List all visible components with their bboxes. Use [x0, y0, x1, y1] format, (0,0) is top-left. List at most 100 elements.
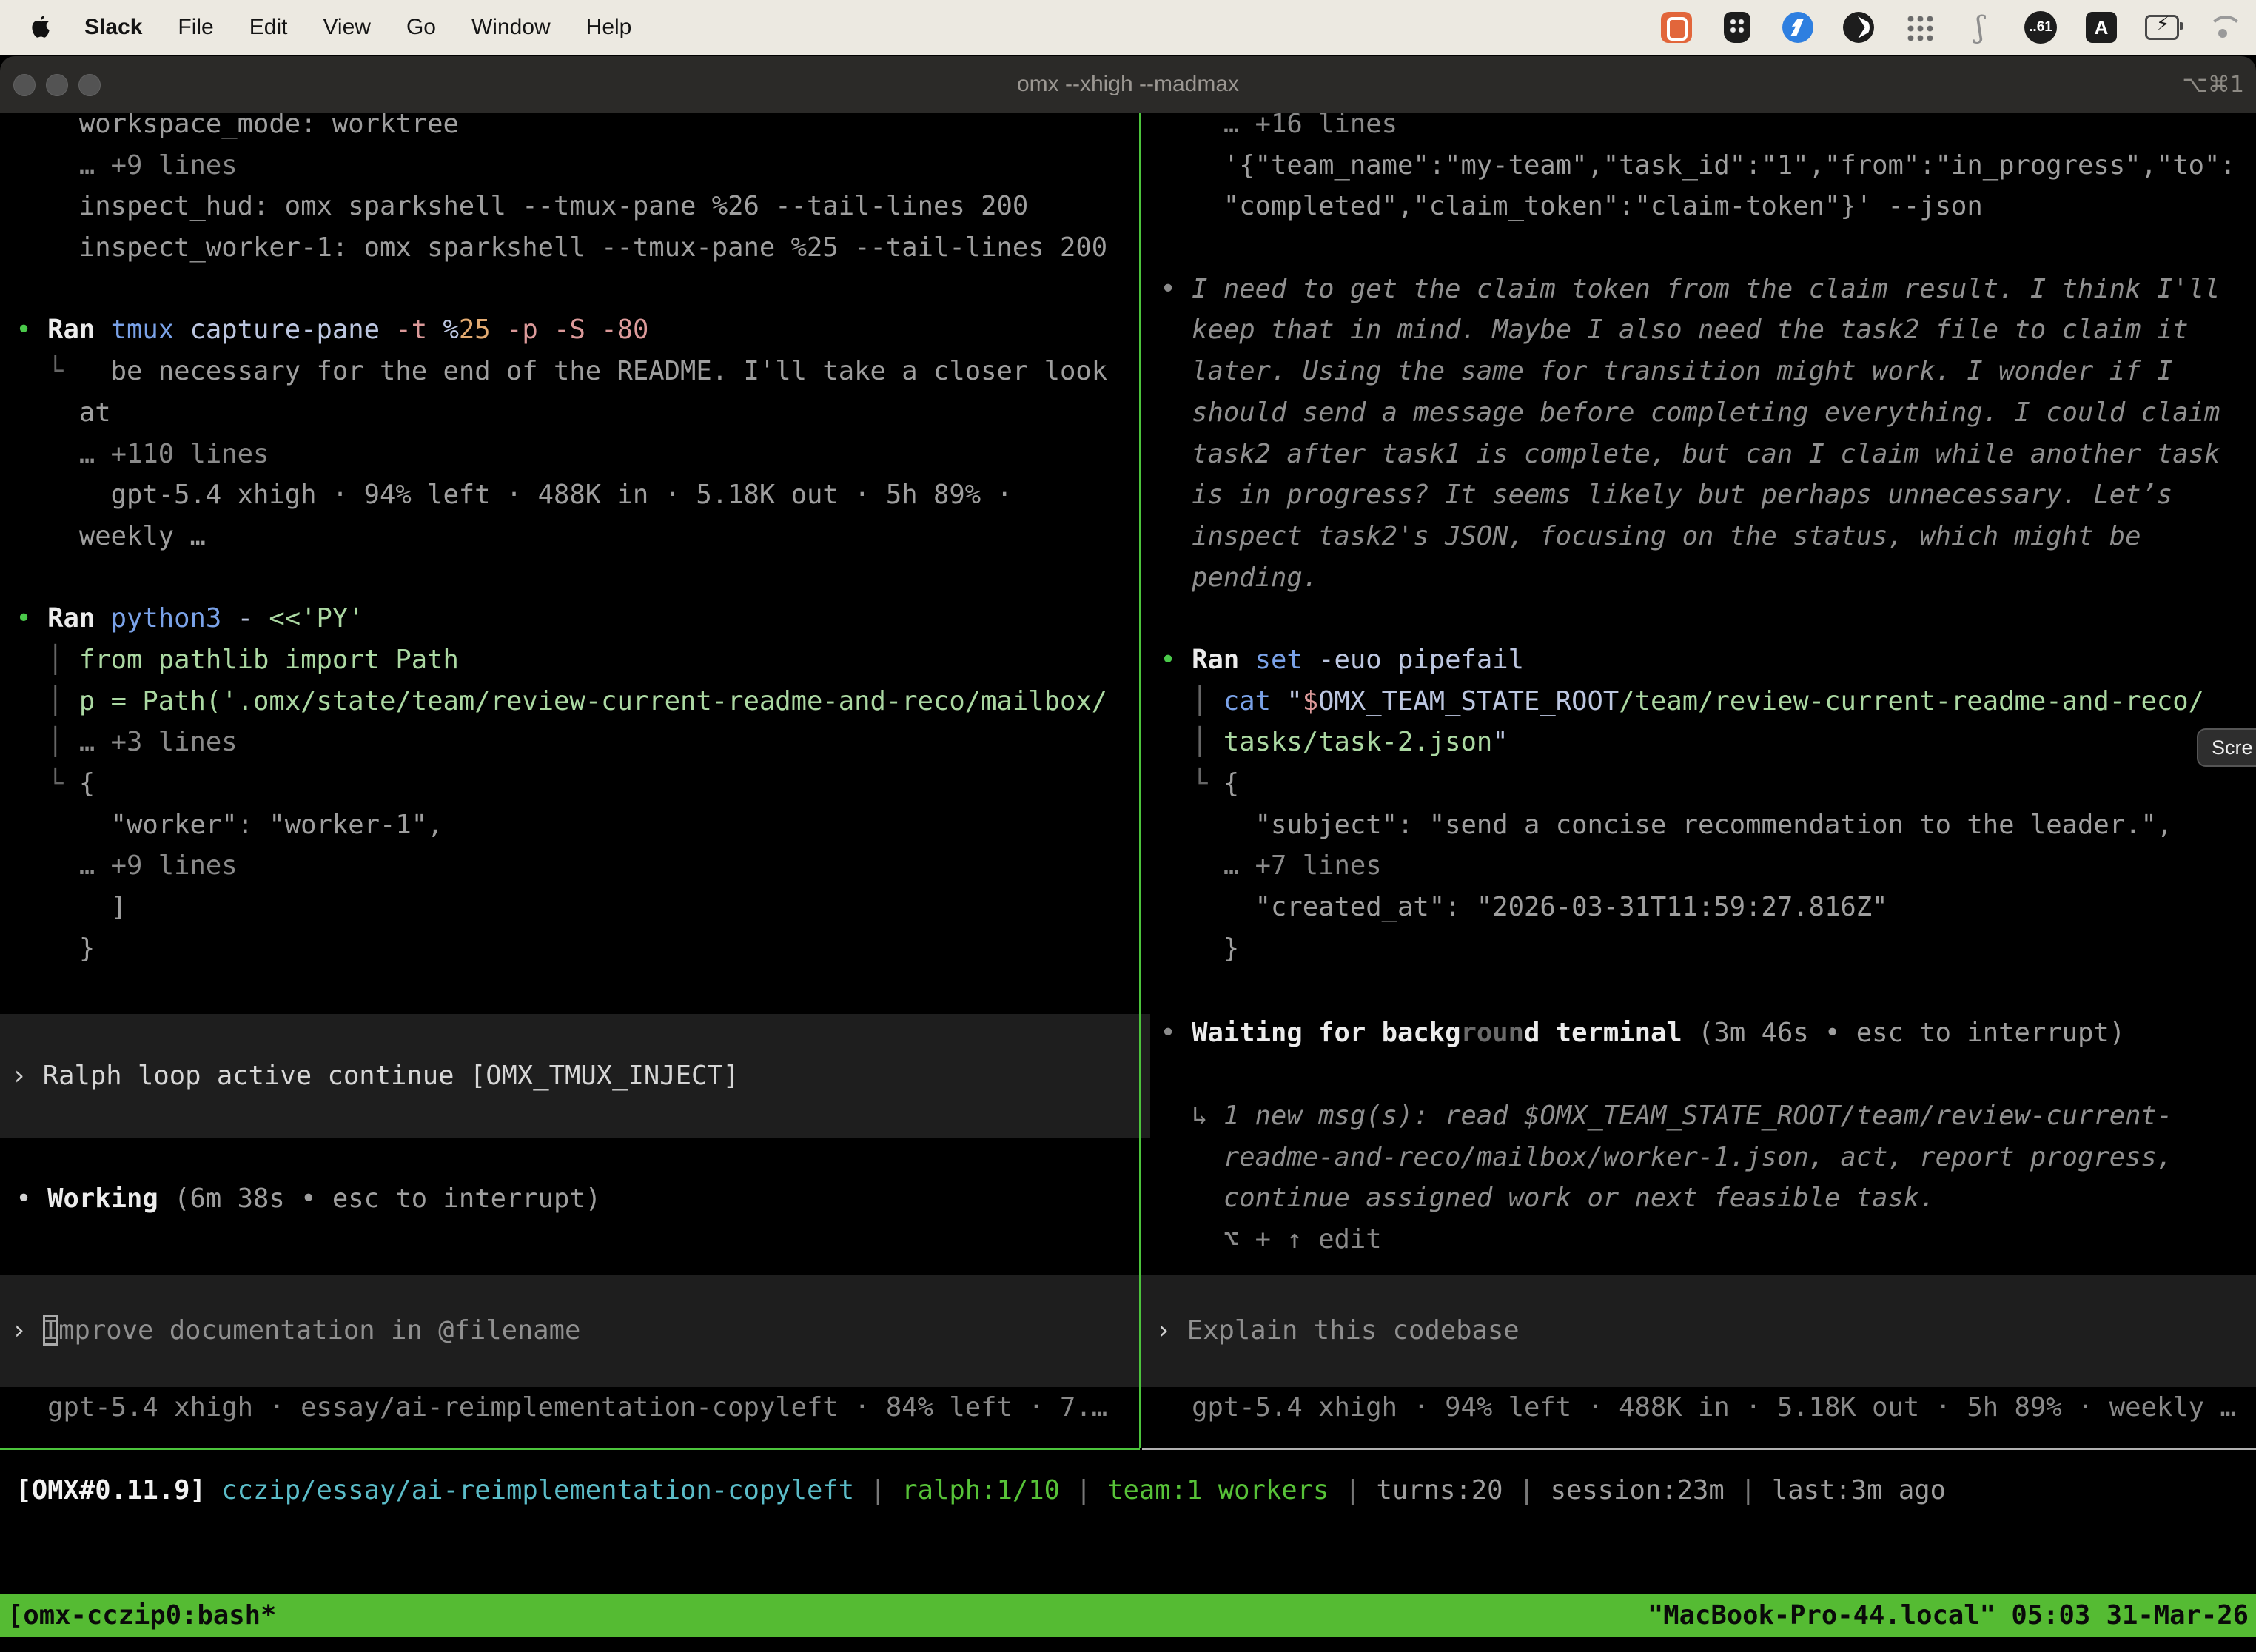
text-segment: - [221, 603, 253, 634]
menu-item-edit[interactable]: Edit [249, 15, 288, 40]
text-segment: continue assigned work or next feasible … [1144, 1183, 1936, 1213]
right-waiting-status: • Waiting for background terminal (3m 46… [1144, 1013, 2256, 1054]
text-segment: /team/review-current-readme-and-reco/ [1619, 686, 2204, 716]
menu-item-go[interactable]: Go [406, 15, 436, 40]
text-segment: } [1144, 933, 1239, 964]
text-segment: at [0, 397, 111, 428]
terminal-line: │ from pathlib import Path [0, 639, 1139, 681]
text-segment: Ralph loop active continue [OMX_TMUX_INJ… [43, 1061, 739, 1091]
tmux-pane-divider[interactable] [1139, 113, 1141, 1448]
dark-crescent-icon[interactable] [1842, 10, 1876, 44]
text-segment: python3 [95, 603, 221, 634]
terminal-line: [OMX#0.11.9] cczip/essay/ai-reimplementa… [0, 1470, 2256, 1511]
text-segment: [OMX#0.11.9] [0, 1475, 206, 1505]
text-segment: inspect_hud: omx sparkshell --tmux-pane … [0, 191, 1028, 221]
text-segment: d terminal [1524, 1018, 1682, 1048]
terminal-line: at [0, 392, 1139, 434]
terminal-line: inspect task2's JSON, focusing on the st… [1144, 516, 2256, 557]
text-segment: set [1239, 645, 1303, 675]
menu-item-help[interactable]: Help [586, 15, 632, 40]
text-segment: session:23m [1551, 1475, 1725, 1505]
text-segment: (6m 38s • esc to interrupt) [158, 1183, 601, 1214]
text-segment: -t [380, 315, 427, 345]
text-segment: -euo pipefail [1303, 645, 1524, 675]
text-segment: … +3 lines [79, 727, 238, 757]
text-segment: } [0, 933, 95, 964]
text-segment: │ [1144, 727, 1223, 757]
text-segment: │ [0, 727, 79, 757]
text-segment: tasks/task-2.json [1223, 727, 1492, 757]
input-source-icon[interactable]: A [2084, 10, 2118, 44]
text-segment: mprove documentation in @filename [58, 1315, 580, 1346]
text-segment: 25 [459, 315, 491, 345]
menu-item-file[interactable]: File [178, 15, 213, 40]
text-segment: • [0, 315, 32, 345]
right-model-status: gpt-5.4 xhigh · 94% left · 488K in · 5.1… [1144, 1387, 2256, 1428]
terminal-line: │ p = Path('.omx/state/team/review-curre… [0, 681, 1139, 722]
text-segment: └ [0, 768, 79, 799]
screenshot-notification[interactable]: Scre [2197, 728, 2256, 767]
terminal-line: '{"team_name":"my-team","task_id":"1","f… [1144, 145, 2256, 187]
terminal-line: } [1144, 928, 2256, 970]
terminal-line: › Improve documentation in @filename [11, 1310, 580, 1352]
dots-grid-icon[interactable] [1902, 10, 1936, 44]
text-segment: turns:20 [1377, 1475, 1503, 1505]
apple-menu-icon[interactable] [30, 14, 52, 41]
terminal-line: should send a message before completing … [1144, 392, 2256, 434]
text-segment: from pathlib import Path [79, 645, 459, 675]
menu-item-view[interactable]: View [323, 15, 370, 40]
screenshot-app-icon[interactable] [1659, 10, 1693, 44]
text-segment: $ [1303, 686, 1318, 716]
text-segment: " [1271, 686, 1303, 716]
text-segment: gpt-5.4 xhigh · 94% left · 488K in · 5.1… [0, 480, 1013, 510]
terminal-line [1144, 227, 2256, 269]
battery-icon[interactable] [2145, 10, 2179, 44]
text-segment: • [1144, 645, 1176, 675]
shield-grid-icon[interactable] [1720, 10, 1754, 44]
wifi-icon[interactable] [2206, 10, 2240, 44]
terminal-window: omx --xhigh --madmax ⌥⌘1 workspace_mode:… [0, 56, 2256, 1652]
text-segment: gpt-5.4 xhigh · essay/ai-reimplementatio… [0, 1392, 1107, 1423]
terminal-line: │ tasks/task-2.json" [1144, 722, 2256, 763]
text-segment: (3m 46s • esc to interrupt) [1682, 1018, 2125, 1048]
menu-bar: Slack File Edit View Go Window Help ʃ ..… [0, 0, 2256, 55]
left-composer-input[interactable]: › Improve documentation in @filename [0, 1275, 1150, 1387]
text-segment: Waiting for backg [1176, 1018, 1461, 1048]
terminal-line: "worker": "worker-1", [0, 805, 1139, 846]
text-segment: " [1492, 727, 1508, 757]
terminal-line: gpt-5.4 xhigh · 94% left · 488K in · 5.1… [0, 474, 1139, 516]
text-segment: Ran [32, 603, 95, 634]
terminal-line: • Ran set -euo pipefail [1144, 639, 2256, 681]
blue-badge-icon[interactable] [1781, 10, 1815, 44]
menu-item-window[interactable]: Window [471, 15, 551, 40]
text-segment: -S [538, 315, 585, 345]
terminal-line: … +9 lines [0, 845, 1139, 887]
text-segment: -80 [585, 315, 649, 345]
text-segment: "worker": "worker-1", [0, 810, 443, 840]
terminal-line: └ be necessary for the end of the README… [0, 351, 1139, 392]
text-segment: keep that in mind. Maybe I also need the… [1144, 315, 2189, 345]
battery-percent-badge[interactable]: ..61 [2024, 10, 2058, 44]
text-segment: workspace_mode: worktree [0, 109, 459, 139]
text-segment: | [1503, 1475, 1550, 1505]
text-segment: | [1060, 1475, 1107, 1505]
terminal-line: ↳ 1 new msg(s): read $OMX_TEAM_STATE_ROO… [1144, 1095, 2256, 1137]
text-segment: … +110 lines [0, 439, 269, 469]
tmux-host-clock: "MacBook-Pro-44.local" 05:03 31-Mar-26 [1648, 1600, 2249, 1631]
terminal-line: weekly … [0, 516, 1139, 557]
terminal-line: … +9 lines [0, 145, 1139, 187]
terminal-line: inspect_worker-1: omx sparkshell --tmux-… [0, 227, 1139, 269]
terminal-line: "created_at": "2026-03-31T11:59:27.816Z" [1144, 887, 2256, 928]
terminal-line: workspace_mode: worktree [0, 104, 1139, 145]
terminal-line: ] [0, 887, 1139, 928]
text-segment: OMX_TEAM_STATE_ROOT [1318, 686, 1619, 716]
text-segment: … +9 lines [0, 850, 238, 881]
text-segment: '{"team_name":"my-team","task_id":"1","f… [1144, 150, 2236, 181]
text-segment: pending. [1144, 563, 1318, 593]
text-segment: inspect_worker-1: omx sparkshell --tmux-… [0, 232, 1107, 263]
terminal-line: • Ran tmux capture-pane -t %25 -p -S -80 [0, 309, 1139, 351]
menu-item-slack[interactable]: Slack [84, 15, 142, 40]
screenshot-notification-label: Scre [2212, 736, 2253, 759]
right-composer-input[interactable]: › Explain this codebase [1144, 1275, 2256, 1387]
s-curve-icon[interactable]: ʃ [1963, 10, 1997, 44]
